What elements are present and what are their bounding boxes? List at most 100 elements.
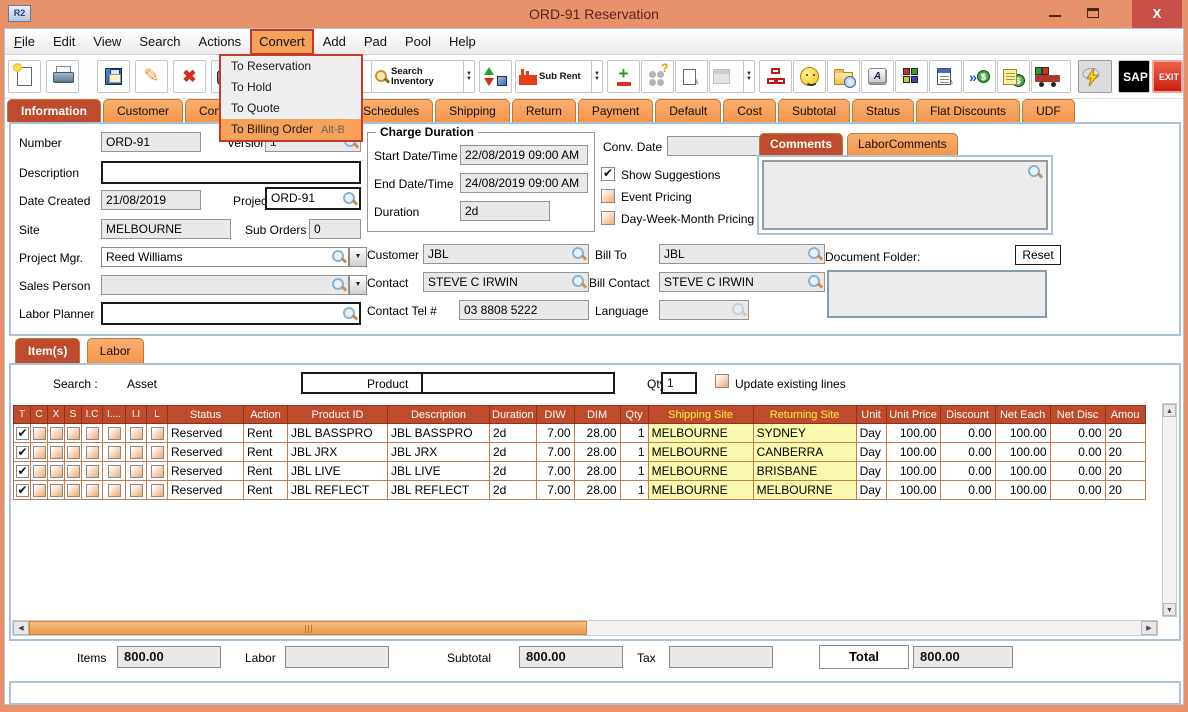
labor-planner-field[interactable]: [101, 302, 361, 325]
menu-convert[interactable]: Convert: [250, 29, 314, 55]
scroll-up-icon[interactable]: ▲: [1163, 404, 1176, 417]
row-checkbox[interactable]: [107, 427, 121, 441]
menu-file[interactable]: File: [5, 29, 44, 55]
sub-rent-button[interactable]: Sub Rent ▼ ▼: [515, 60, 603, 93]
tab-flat-discounts[interactable]: Flat Discounts: [916, 99, 1021, 122]
edit-button[interactable]: ✎: [135, 60, 168, 93]
bill-to-lookup-icon[interactable]: [808, 247, 822, 261]
document-folder-box[interactable]: [827, 270, 1047, 318]
bill-contact-lookup-icon[interactable]: [808, 275, 822, 289]
tab-labor[interactable]: Labor: [86, 338, 144, 363]
event-pricing-checkbox[interactable]: [601, 189, 615, 203]
tab-information[interactable]: Information: [7, 99, 101, 122]
comments-textarea[interactable]: [762, 160, 1048, 230]
row-checkbox[interactable]: [129, 465, 143, 479]
row-checkbox[interactable]: [150, 484, 164, 498]
number-field[interactable]: ORD-91: [101, 132, 201, 152]
bill-to-field[interactable]: JBL: [659, 244, 825, 264]
reset-button[interactable]: Reset: [1015, 245, 1061, 265]
tab-payment[interactable]: Payment: [577, 99, 654, 122]
row-checkbox[interactable]: [85, 465, 99, 479]
tab-items[interactable]: Item(s): [15, 338, 81, 363]
row-checkbox[interactable]: [32, 446, 46, 460]
row-checkbox[interactable]: [66, 427, 80, 441]
table-row[interactable]: ReservedRentJBL JRXJBL JRX2d7.0028.001ME…: [13, 442, 1146, 462]
row-checkbox[interactable]: [32, 465, 46, 479]
new-document-button[interactable]: [8, 60, 41, 93]
row-checkbox[interactable]: [129, 484, 143, 498]
row-checkbox[interactable]: [85, 484, 99, 498]
row-checkbox[interactable]: [66, 465, 80, 479]
contact-tel-field[interactable]: 03 8808 5222: [459, 300, 589, 320]
labor-planner-lookup-icon[interactable]: [343, 307, 357, 321]
dwm-pricing-checkbox[interactable]: [601, 211, 615, 225]
tab-status[interactable]: Status: [852, 99, 915, 122]
tab-customer[interactable]: Customer: [103, 99, 184, 122]
menu-item-to-reservation[interactable]: To Reservation: [221, 56, 361, 77]
tab-shipping[interactable]: Shipping: [435, 99, 510, 122]
project-mgr-field[interactable]: Reed Williams: [101, 247, 349, 267]
menu-view[interactable]: View: [84, 29, 130, 55]
conv-date-field[interactable]: [667, 136, 762, 156]
scroll-right-icon[interactable]: ▶: [1141, 621, 1157, 635]
comments-lookup-icon[interactable]: [1028, 165, 1042, 179]
folder-history-button[interactable]: [827, 60, 860, 93]
customer-lookup-icon[interactable]: [572, 247, 586, 261]
row-checkbox[interactable]: [129, 446, 143, 460]
row-checkbox[interactable]: [85, 446, 99, 460]
notepad-button[interactable]: ✎: [675, 60, 708, 93]
tab-default[interactable]: Default: [655, 99, 722, 122]
menu-pad[interactable]: Pad: [355, 29, 396, 55]
table-row[interactable]: ReservedRentJBL REFLECTJBL REFLECT2d7.00…: [13, 480, 1146, 500]
calendar-button[interactable]: ▼ ▼: [709, 60, 755, 93]
row-checkbox[interactable]: [32, 427, 46, 441]
maximize-button[interactable]: [1078, 0, 1108, 28]
row-checkbox[interactable]: [32, 484, 46, 498]
project-mgr-dropdown[interactable]: ▼: [349, 247, 367, 267]
row-checkbox[interactable]: [66, 484, 80, 498]
site-field[interactable]: MELBOURNE: [101, 219, 231, 239]
invoice-button[interactable]: $: [997, 60, 1030, 93]
description-field[interactable]: [101, 161, 361, 184]
row-checkbox[interactable]: [15, 464, 29, 479]
chevron-down-icon[interactable]: ▼ ▼: [463, 61, 474, 92]
project-lookup-icon[interactable]: [343, 192, 357, 206]
row-checkbox[interactable]: [49, 427, 63, 441]
shortcut-key-button[interactable]: A: [861, 60, 894, 93]
tab-cost[interactable]: Cost: [723, 99, 776, 122]
horizontal-scrollbar[interactable]: ◀ ▶: [12, 620, 1158, 636]
row-checkbox[interactable]: [107, 484, 121, 498]
sap-button[interactable]: SAP: [1118, 60, 1150, 93]
row-checkbox[interactable]: [129, 427, 143, 441]
row-checkbox[interactable]: [150, 427, 164, 441]
show-suggestions-checkbox[interactable]: [601, 166, 615, 181]
menu-item-to-hold[interactable]: To Hold: [221, 77, 361, 98]
start-datetime-field[interactable]: 22/08/2019 09:00 AM: [460, 145, 588, 165]
org-chart-button[interactable]: [759, 60, 792, 93]
menu-add[interactable]: Add: [314, 29, 355, 55]
menu-item-to-billing-order[interactable]: To Billing Order Alt-B: [221, 119, 361, 140]
row-checkbox[interactable]: [66, 446, 80, 460]
row-checkbox[interactable]: [107, 446, 121, 460]
tab-return[interactable]: Return: [511, 99, 576, 122]
menu-edit[interactable]: Edit: [44, 29, 84, 55]
delete-button[interactable]: ✖: [173, 60, 206, 93]
table-row[interactable]: ReservedRentJBL LIVEJBL LIVE2d7.0028.001…: [13, 461, 1146, 481]
row-checkbox[interactable]: [15, 445, 29, 460]
product-input[interactable]: [421, 372, 615, 394]
delivery-truck-button[interactable]: [1031, 60, 1071, 93]
scrollbar-thumb[interactable]: [29, 621, 587, 635]
edit-note-button[interactable]: ✎: [929, 60, 962, 93]
menu-help[interactable]: Help: [440, 29, 485, 55]
titlebar[interactable]: R2 ORD-91 Reservation X: [0, 0, 1188, 28]
update-lines-checkbox[interactable]: [715, 374, 729, 388]
vertical-scrollbar[interactable]: ▲ ▼: [1162, 403, 1177, 617]
row-checkbox[interactable]: [107, 465, 121, 479]
project-field[interactable]: ORD-91: [265, 187, 361, 210]
sales-person-dropdown[interactable]: ▼: [349, 275, 367, 295]
save-button[interactable]: [97, 60, 130, 93]
add-line-button[interactable]: +: [607, 60, 640, 93]
sales-person-field[interactable]: [101, 275, 349, 295]
date-created-field[interactable]: 21/08/2019: [101, 190, 201, 210]
menu-item-to-quote[interactable]: To Quote: [221, 98, 361, 119]
